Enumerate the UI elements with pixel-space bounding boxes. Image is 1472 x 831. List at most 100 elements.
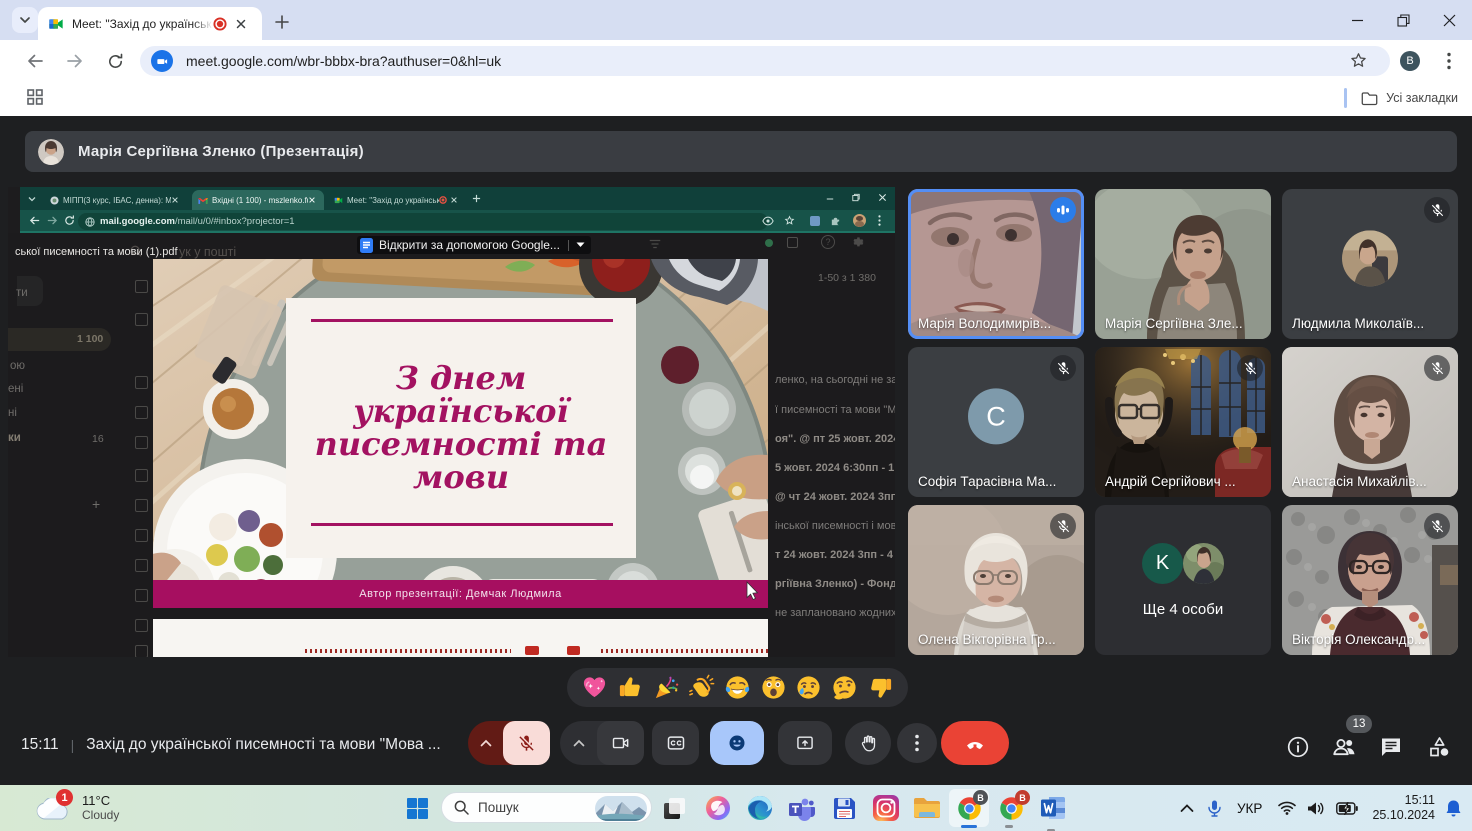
crying-reaction[interactable] — [795, 674, 822, 701]
inner-tab-gmail[interactable]: Вхідні (1 100) - mszlenko.fulkm — [192, 190, 324, 210]
new-tab-button[interactable] — [268, 8, 296, 36]
task-view-button[interactable] — [659, 793, 689, 823]
joy-reaction[interactable] — [724, 674, 751, 701]
participant-tile[interactable]: Марія Володимирів... — [908, 189, 1084, 339]
sparkling-heart-reaction[interactable] — [581, 674, 608, 701]
people-button[interactable] — [1331, 735, 1357, 764]
inner-forward-icon[interactable] — [47, 215, 58, 226]
gmail-row-checkbox[interactable] — [135, 436, 148, 449]
gmail-sidebar-item[interactable]: ені — [8, 383, 23, 395]
floppy-app-button[interactable] — [829, 793, 859, 823]
gmail-settings-icon[interactable] — [850, 235, 864, 249]
profile-avatar[interactable]: B — [1400, 51, 1420, 71]
all-bookmarks[interactable]: Усі закладки — [1344, 88, 1458, 108]
gmail-snippet[interactable]: ргіївна Зленко) - Фондо — [775, 578, 895, 590]
gmail-snippet[interactable]: @ чт 24 жовт. 2024 3пп — [775, 491, 895, 503]
forward-button[interactable] — [62, 48, 88, 74]
browser-tab-meet[interactable]: Meet: "Захід до українсько — [38, 7, 262, 40]
inner-minimize-icon[interactable] — [826, 196, 834, 202]
thumbs-down-reaction[interactable] — [867, 674, 894, 701]
inner-translate-icon[interactable] — [810, 216, 820, 226]
tray-clock[interactable]: 15:11 25.10.2024 — [1372, 793, 1435, 823]
gmail-help-icon[interactable]: ? — [821, 235, 835, 249]
taskbar-search[interactable]: Пошук — [441, 792, 652, 823]
astonished-reaction[interactable] — [760, 674, 787, 701]
inner-new-tab-icon[interactable] — [472, 194, 481, 203]
word-button[interactable] — [1039, 793, 1069, 823]
gmail-row-checkbox[interactable] — [135, 313, 148, 326]
tray-language[interactable]: УКР — [1237, 801, 1262, 816]
notification-bell-icon[interactable] — [1445, 799, 1462, 817]
clapping-hands-reaction[interactable] — [688, 674, 715, 701]
participant-tile[interactable]: Анастасія Михайлів... — [1282, 347, 1458, 497]
tab-close-icon[interactable] — [234, 17, 248, 31]
inner-tab-close-icon[interactable] — [171, 196, 179, 204]
volume-icon[interactable] — [1307, 801, 1325, 816]
inner-preview-icon[interactable] — [762, 216, 774, 226]
inner-tab-meet[interactable]: Meet: "Захід до українсько — [328, 190, 464, 210]
gmail-snippet[interactable]: т 24 жовт. 2024 3пп - 4 — [775, 549, 895, 561]
captions-button[interactable] — [652, 721, 699, 765]
window-minimize-button[interactable] — [1334, 0, 1380, 40]
gmail-snippet[interactable]: ленко, на сьогодні не за — [775, 374, 895, 386]
inner-star-icon[interactable] — [784, 215, 795, 226]
mic-options-chevron-icon[interactable] — [480, 739, 492, 747]
bookmark-star-button[interactable] — [1349, 51, 1368, 75]
gmail-snippet[interactable]: 5 жовт. 2024 6:30пп - 1 — [775, 462, 895, 474]
thinking-reaction[interactable] — [831, 674, 858, 701]
gmail-snippet[interactable]: оя". @ пт 25 жовт. 2024 — [775, 433, 895, 445]
participant-tile[interactable]: Вікторія Олександр... — [1282, 505, 1458, 655]
more-options-button[interactable] — [897, 723, 937, 763]
gmail-row-checkbox[interactable] — [135, 499, 148, 512]
search-highlight-image[interactable] — [595, 796, 647, 821]
gmail-sidebar-item[interactable]: ки — [8, 432, 21, 444]
gmail-calendar-icon[interactable] — [787, 237, 798, 248]
back-button[interactable] — [22, 48, 48, 74]
gmail-row-checkbox[interactable] — [135, 529, 148, 542]
inner-close-icon[interactable] — [878, 193, 887, 202]
participant-tile[interactable]: Олена Вікторівна Гр... — [908, 505, 1084, 655]
inner-tab-close-icon[interactable] — [308, 196, 316, 204]
chrome-button-secondary[interactable]: B — [996, 793, 1026, 823]
browser-menu-button[interactable] — [1441, 48, 1457, 74]
gmail-row-checkbox[interactable] — [135, 559, 148, 572]
reactions-button[interactable] — [710, 721, 764, 765]
inner-tab-close-icon[interactable] — [450, 196, 458, 204]
gmail-row-checkbox[interactable] — [135, 406, 148, 419]
teams-button[interactable] — [786, 793, 816, 823]
tray-chevron-icon[interactable] — [1180, 803, 1194, 813]
camera-toggle-button[interactable] — [597, 721, 644, 765]
address-bar[interactable]: meet.google.com/wbr-bbbx-bra?authuser=0&… — [140, 46, 1390, 76]
gmail-snippet[interactable]: ї писемності та мови "М — [775, 404, 895, 416]
start-button[interactable] — [402, 793, 432, 823]
gmail-sidebar-item[interactable]: ою — [10, 360, 25, 372]
gmail-sidebar-item[interactable]: ні — [8, 407, 17, 419]
gmail-labels-plus[interactable]: + — [92, 496, 100, 512]
gmail-snippet[interactable]: не заплановано жодних — [775, 607, 895, 619]
tab-search-button[interactable] — [12, 7, 38, 33]
gmail-row-checkbox[interactable] — [135, 376, 148, 389]
gmail-row-checkbox[interactable] — [135, 280, 148, 293]
window-restore-button[interactable] — [1380, 0, 1426, 40]
party-popper-reaction[interactable] — [653, 674, 680, 701]
reload-button[interactable] — [102, 48, 128, 74]
thumbs-up-reaction[interactable] — [617, 674, 644, 701]
activities-button[interactable] — [1427, 735, 1451, 764]
wifi-icon[interactable] — [1278, 801, 1296, 815]
open-with-dropdown-icon[interactable] — [576, 242, 585, 248]
camera-in-use-chip[interactable] — [151, 50, 173, 72]
gmail-filter-icon[interactable] — [648, 237, 662, 251]
raise-hand-button[interactable] — [845, 721, 891, 765]
inner-address-bar[interactable]: mail.google.com/mail/u/0/#inbox?projecto… — [78, 213, 768, 230]
participant-tile[interactable]: Людмила Миколаїв... — [1282, 189, 1458, 339]
participant-tile-more[interactable]: K Ще 4 особи — [1095, 505, 1271, 655]
inner-profile-avatar[interactable] — [853, 214, 866, 227]
gmail-snippet[interactable]: інської писемності і мов — [775, 520, 895, 532]
inner-extension-icon[interactable] — [830, 215, 841, 226]
apps-grid-icon[interactable] — [26, 88, 44, 111]
instagram-button[interactable] — [871, 793, 901, 823]
end-call-button[interactable] — [941, 721, 1009, 765]
inner-menu-icon[interactable] — [878, 215, 881, 226]
chrome-button-active[interactable]: B — [954, 793, 984, 823]
inner-back-icon[interactable] — [29, 215, 40, 226]
